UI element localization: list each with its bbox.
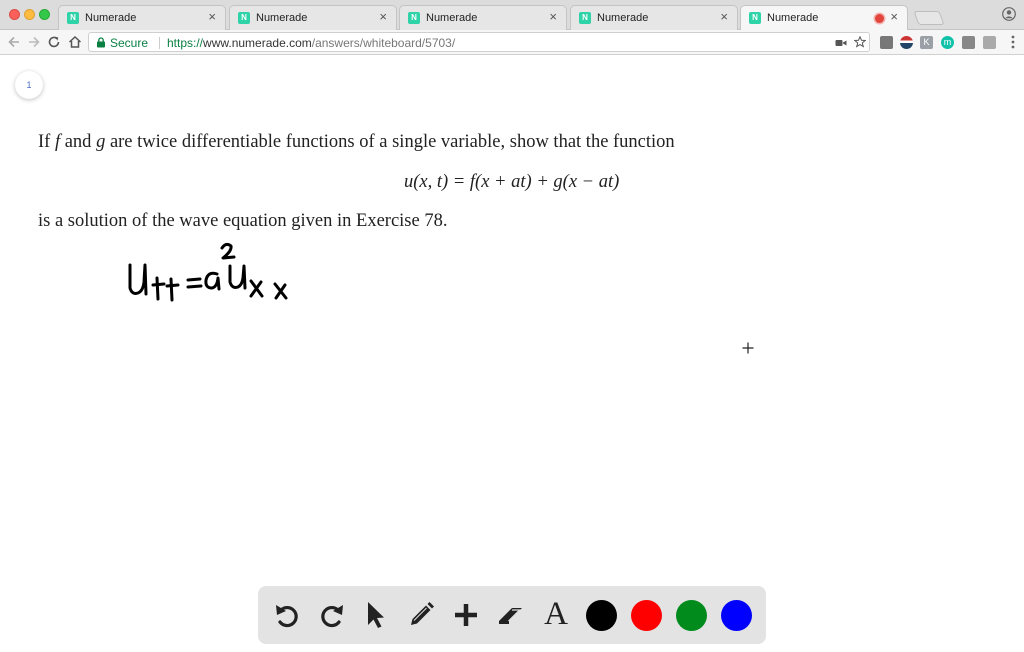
back-icon[interactable] bbox=[6, 34, 22, 50]
minimize-window-button[interactable] bbox=[24, 9, 35, 20]
url-path: /answers/whiteboard/5703/ bbox=[311, 36, 456, 50]
m-extension-icon[interactable]: m bbox=[941, 36, 954, 49]
crosshair-cursor-icon bbox=[742, 342, 754, 354]
pen-icon[interactable] bbox=[406, 600, 436, 630]
profile-icon[interactable] bbox=[1002, 7, 1016, 21]
equation-text: u(x, t) = f(x + at) + g(x − at) bbox=[404, 172, 620, 192]
flag-extension-icon[interactable] bbox=[900, 36, 913, 49]
tab-close-icon[interactable]: × bbox=[549, 10, 557, 24]
pointer-icon[interactable] bbox=[361, 600, 391, 630]
url-text: https://www.numerade.com/answers/whitebo… bbox=[167, 36, 455, 50]
text-tool-icon[interactable]: A bbox=[541, 597, 571, 631]
handwriting-stroke bbox=[273, 282, 288, 300]
tab-close-icon[interactable]: × bbox=[208, 10, 216, 24]
url-host: www.numerade.com bbox=[203, 36, 312, 50]
numerade-favicon-icon: N bbox=[408, 12, 420, 24]
handwriting-stroke bbox=[204, 271, 221, 291]
color-swatch-blue[interactable] bbox=[721, 600, 752, 631]
numerade-favicon-icon: N bbox=[238, 12, 250, 24]
browser-toolbar: Secure https://www.numerade.com/answers/… bbox=[0, 30, 1024, 55]
tab-title: Numerade bbox=[85, 12, 137, 24]
eraser-icon[interactable] bbox=[496, 600, 526, 630]
lock-icon bbox=[97, 37, 105, 48]
k-extension-icon[interactable]: K bbox=[920, 36, 933, 49]
numerade-favicon-icon: N bbox=[749, 12, 761, 24]
tab-close-icon[interactable]: × bbox=[890, 10, 898, 24]
handwriting-stroke bbox=[128, 263, 148, 296]
reload-icon[interactable] bbox=[46, 34, 62, 50]
url-scheme: https:// bbox=[167, 36, 204, 50]
redo-icon[interactable] bbox=[317, 600, 347, 630]
color-swatch-black[interactable] bbox=[586, 600, 617, 631]
browser-tab[interactable]: N Numerade × bbox=[229, 5, 397, 30]
extension-icon[interactable] bbox=[880, 36, 893, 49]
tab-title: Numerade bbox=[597, 12, 649, 24]
handwriting-stroke bbox=[228, 264, 247, 290]
problem-text: are twice differentiable functions of a … bbox=[105, 132, 675, 152]
handwriting-stroke bbox=[186, 277, 203, 289]
drawing-toolbar: A bbox=[258, 586, 766, 644]
problem-statement-line-3: is a solution of the wave equation given… bbox=[38, 211, 448, 231]
browser-tab-strip: N Numerade × N Numerade × N Numerade × N… bbox=[0, 0, 1024, 31]
camera-icon[interactable] bbox=[835, 37, 847, 49]
new-tab-button[interactable] bbox=[913, 11, 945, 25]
address-separator bbox=[159, 37, 160, 49]
problem-text: and bbox=[60, 132, 97, 152]
address-bar[interactable]: Secure https://www.numerade.com/answers/… bbox=[88, 32, 870, 52]
menu-dots-icon[interactable] bbox=[1011, 35, 1015, 49]
maximize-window-button[interactable] bbox=[39, 9, 50, 20]
color-swatch-red[interactable] bbox=[631, 600, 662, 631]
problem-var-g: g bbox=[96, 132, 106, 152]
handwriting-stroke bbox=[165, 277, 180, 302]
close-window-button[interactable] bbox=[9, 9, 20, 20]
numerade-favicon-icon: N bbox=[579, 12, 591, 24]
browser-tab[interactable]: N Numerade × bbox=[58, 5, 226, 30]
browser-tab[interactable]: N Numerade × bbox=[570, 5, 738, 30]
handwriting-stroke bbox=[151, 276, 166, 301]
browser-tab[interactable]: N Numerade × bbox=[399, 5, 567, 30]
problem-statement-line-1: If f and g are twice differentiable func… bbox=[38, 132, 675, 153]
handwriting-stroke bbox=[249, 279, 264, 298]
tab-title: Numerade bbox=[767, 12, 819, 24]
handwritten-wave-equation bbox=[128, 242, 288, 302]
cast-extension-icon[interactable] bbox=[962, 36, 975, 49]
problem-equation: u(x, t) = f(x + at) + g(x − at) bbox=[404, 172, 619, 193]
color-swatch-green[interactable] bbox=[676, 600, 707, 631]
secure-label: Secure bbox=[110, 36, 149, 50]
tab-close-icon[interactable]: × bbox=[720, 10, 728, 24]
numerade-favicon-icon: N bbox=[67, 12, 79, 24]
home-icon[interactable] bbox=[67, 34, 83, 50]
problem-text: If bbox=[38, 132, 55, 152]
handwriting-stroke bbox=[220, 242, 236, 260]
forward-icon[interactable] bbox=[26, 34, 42, 50]
undo-icon[interactable] bbox=[272, 600, 302, 630]
tab-title: Numerade bbox=[426, 12, 478, 24]
tab-title: Numerade bbox=[256, 12, 308, 24]
download-extension-icon[interactable] bbox=[983, 36, 996, 49]
browser-tab-active[interactable]: N Numerade × bbox=[740, 5, 908, 31]
bookmark-star-icon[interactable] bbox=[854, 36, 866, 48]
recording-indicator-icon bbox=[875, 14, 884, 23]
plus-icon[interactable] bbox=[451, 600, 481, 630]
page-number-badge[interactable]: 1 bbox=[15, 71, 43, 99]
tab-close-icon[interactable]: × bbox=[379, 10, 387, 24]
